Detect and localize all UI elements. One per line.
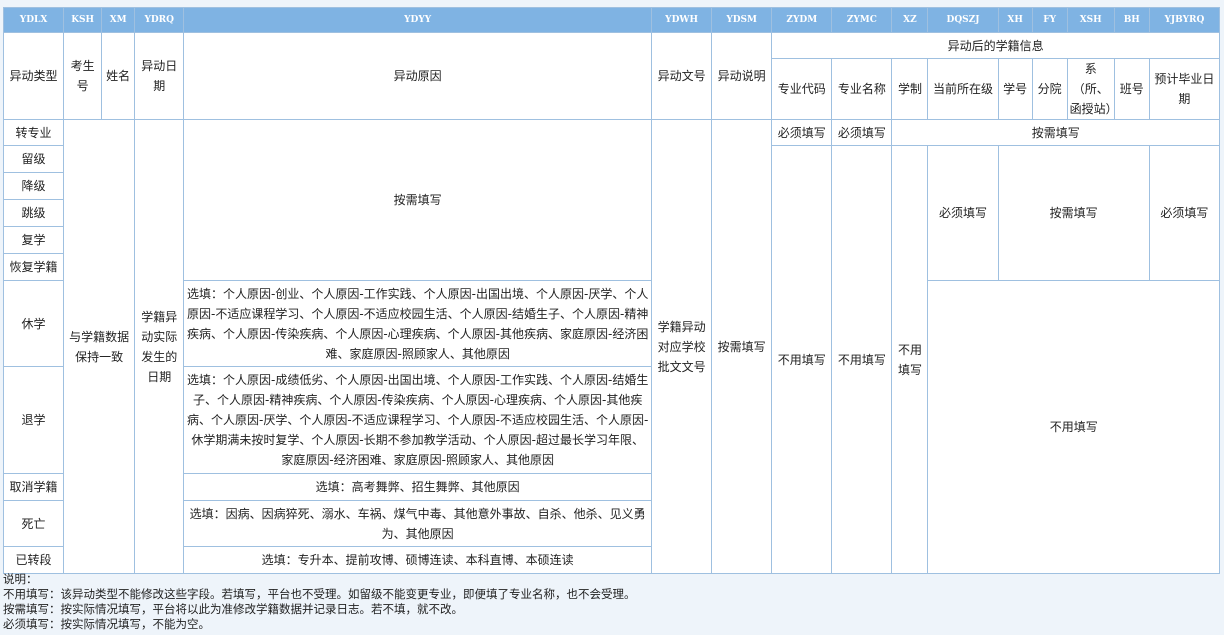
ksh-xm-cell: 与学籍数据保持一致 [63, 119, 136, 574]
header-ydrq: 异动日期 [134, 32, 185, 120]
type-cell: 跳级 [2, 199, 65, 227]
rest-notneed-cell: 不用填写 [927, 280, 1220, 574]
xh-bh-asneed-cell: 按需填写 [997, 145, 1150, 281]
notes-block: 说明： 不用填写：该异动类型不能修改这些字段。若填写，平台也不受理。如留级不能变… [3, 572, 636, 632]
header-fy: 分院 [1031, 58, 1068, 120]
table-row-xiuxue: 休学 选填：个人原因-创业、个人原因-工作实践、个人原因-出国出境、个人原因-厌… [2, 280, 1220, 574]
type-cell: 复学 [2, 226, 65, 254]
ydyy-siwang-cell: 选填：因病、因病猝死、溺水、车祸、煤气中毒、其他意外事故、自杀、他杀、见义勇为、… [183, 500, 653, 547]
type-cell: 已转段 [2, 546, 65, 574]
type-cell: 退学 [2, 366, 65, 474]
code-yjbyrq: YJBYRQ [1148, 7, 1221, 33]
code-ydsm: YDSM [711, 7, 773, 33]
type-cell: 转专业 [2, 119, 65, 146]
table-row-zhuanzhuanye: 转专业 与学籍数据保持一致 学籍异动实际发生的日期 按需填写 学籍异动对应学校批… [2, 119, 1220, 574]
code-zymc: ZYMC [831, 7, 893, 33]
code-ksh: KSH [63, 7, 103, 33]
note-must: 必须填写：按实际情况填写，不能为空。 [3, 617, 210, 631]
header-ydsm: 异动说明 [711, 32, 773, 120]
note-notneed: 不用填写：该异动类型不能修改这些字段。若填写，平台也不受理。如留级不能变更专业，… [3, 587, 636, 601]
ydwh-cell: 学籍异动对应学校批文文号 [651, 119, 713, 574]
field-spec-table: YDLX KSH XM YDRQ YDYY YDWH YDSM ZYDM ZYM… [2, 7, 1221, 574]
code-ydwh: YDWH [651, 7, 713, 33]
header-ydwh: 异动文号 [651, 32, 713, 120]
header-zydm: 专业代码 [771, 58, 833, 120]
code-zydm: ZYDM [771, 7, 833, 33]
code-row: YDLX KSH XM YDRQ YDYY YDWH YDSM ZYDM ZYM… [2, 7, 1221, 33]
header-xh: 学号 [997, 58, 1033, 120]
type-cell: 死亡 [2, 500, 65, 547]
code-xsh: XSH [1066, 7, 1115, 33]
zymc-notneed-cell: 不用填写 [831, 145, 893, 574]
yjbyrq-must-cell: 必须填写 [1148, 145, 1221, 281]
code-bh: BH [1113, 7, 1150, 33]
rest-asneed-cell: 按需填写 [891, 119, 1220, 146]
type-cell: 恢复学籍 [2, 253, 65, 281]
page: YDLX KSH XM YDRQ YDYY YDWH YDSM ZYDM ZYM… [0, 0, 1224, 635]
dqszj-must-cell: 必须填写 [927, 145, 999, 281]
type-cell: 降级 [2, 172, 65, 200]
header-yjbyrq: 预计毕业日期 [1148, 58, 1221, 120]
code-ydlx: YDLX [2, 7, 65, 33]
header-ksh: 考生号 [63, 32, 103, 120]
header-ydyy: 异动原因 [183, 32, 653, 120]
ydyy-tuixue-cell: 选填：个人原因-成绩低劣、个人原因-出国出境、个人原因-工作实践、个人原因-结婚… [183, 366, 653, 474]
type-cell: 取消学籍 [2, 473, 65, 501]
type-cell: 休学 [2, 280, 65, 367]
zymc-must-cell: 必须填写 [831, 119, 893, 146]
ydyy-zhuanduan-cell: 选填：专升本、提前攻博、硕博连读、本科直博、本硕连读 [183, 546, 653, 574]
code-dqszj: DQSZJ [927, 7, 999, 33]
header-row-1: 异动类型 考生号 姓名 异动日期 异动原因 异动文号 异动说明 异动后的学籍信息 [2, 32, 1220, 120]
notes-title: 说明： [3, 572, 38, 586]
header-xsh: 系（所、函授站） [1066, 58, 1115, 120]
code-xm: XM [101, 7, 136, 33]
ydsm-cell: 按需填写 [711, 119, 773, 574]
type-cell: 留级 [2, 145, 65, 173]
ydyy-quxiao-cell: 选填：高考舞弊、招生舞弊、其他原因 [183, 473, 653, 501]
header-group: 异动后的学籍信息 [771, 32, 1220, 59]
code-ydrq: YDRQ [134, 7, 185, 33]
code-ydyy: YDYY [183, 7, 653, 33]
header-bh: 班号 [1113, 58, 1150, 120]
note-asneed: 按需填写：按实际情况填写，平台将以此为准修改学籍数据并记录日志。若不填，就不改。 [3, 602, 463, 616]
code-xh: XH [997, 7, 1033, 33]
zydm-must-cell: 必须填写 [771, 119, 833, 146]
zydm-notneed-cell: 不用填写 [771, 145, 833, 574]
code-fy: FY [1031, 7, 1068, 33]
header-xm: 姓名 [101, 32, 136, 120]
code-xz: XZ [891, 7, 929, 33]
header-xz: 学制 [891, 58, 929, 120]
ydyy-xiuxue-cell: 选填：个人原因-创业、个人原因-工作实践、个人原因-出国出境、个人原因-厌学、个… [183, 280, 653, 367]
header-zymc: 专业名称 [831, 58, 893, 120]
header-ydlx: 异动类型 [2, 32, 65, 120]
header-dqszj: 当前所在级 [927, 58, 999, 120]
ydyy-top-cell: 按需填写 [183, 119, 653, 281]
ydrq-cell: 学籍异动实际发生的日期 [134, 119, 185, 574]
xz-notneed-cell: 不用填写 [891, 145, 929, 574]
